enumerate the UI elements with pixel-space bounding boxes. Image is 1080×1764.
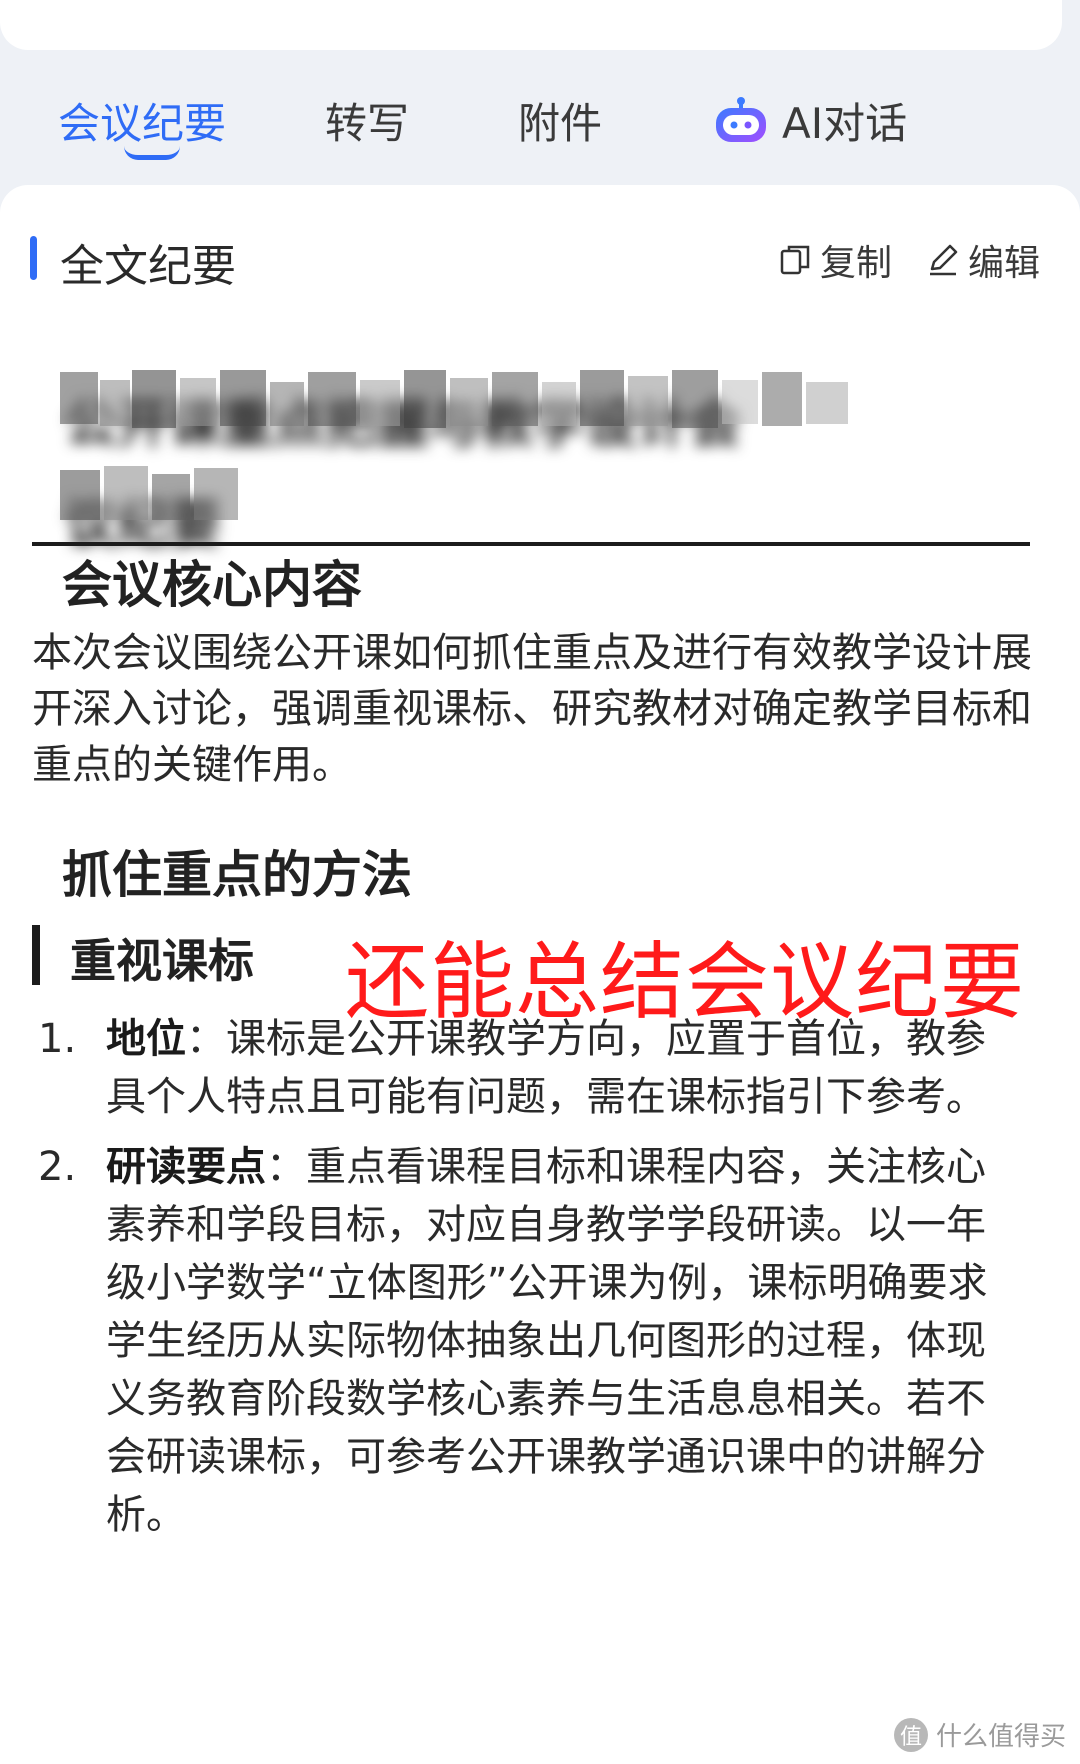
watermark-text: 什么值得买 <box>935 1722 1066 1752</box>
tab-transcript[interactable]: 转写 <box>325 90 409 151</box>
document-title-line-1: 公开课重点把握与教学设计会 <box>65 395 742 455</box>
list-term: 地位 <box>106 1016 186 1062</box>
active-tab-indicator <box>124 146 180 160</box>
list-item: 2. 研读要点：重点看课程目标和课程内容，关注核心素养和学段目标，对应自身教学学… <box>38 1138 1008 1544</box>
tab-label: 转写 <box>325 99 410 148</box>
list-text: ：重点看课程目标和课程内容，关注核心素养和学段目标，对应自身教学学段研读。以一年… <box>106 1144 988 1538</box>
section-header: 全文纪要 复制 编辑 <box>30 230 1040 292</box>
watermark-badge: 值 <box>893 1717 928 1752</box>
section-title: 全文纪要 <box>60 241 236 292</box>
edit-label: 编辑 <box>967 243 1040 284</box>
subsection-bar <box>32 925 40 985</box>
edit-icon <box>929 244 958 276</box>
annotation-overlay-text: 还能总结会议纪要 <box>345 933 1026 1031</box>
heading-core-content: 会议核心内容 <box>62 556 362 614</box>
copy-button[interactable]: 复制 <box>778 234 892 286</box>
tab-label: 附件 <box>518 99 603 148</box>
tab-bar: 会议纪要 转写 附件 AI对话 <box>0 70 1080 180</box>
copy-icon <box>780 245 810 275</box>
section-actions: 复制 编辑 <box>778 234 1040 286</box>
tab-label: 会议纪要 <box>58 99 227 148</box>
copy-label: 复制 <box>819 243 892 284</box>
list-term: 研读要点 <box>106 1144 266 1190</box>
top-card <box>0 0 1062 50</box>
subsection-title: 重视课标 <box>70 934 254 988</box>
list-number: 2. <box>38 1144 77 1190</box>
section-accent-bar <box>30 236 37 280</box>
tab-label: AI对话 <box>782 99 908 148</box>
core-paragraph: 本次会议围绕公开课如何抓住重点及进行有效教学设计展开深入讨论，强调重视课标、研究… <box>32 630 1032 788</box>
list-number: 1. <box>38 1016 77 1062</box>
key-points-list: 1. 地位：课标是公开课教学方向，应置于首位，教参具个人特点且可能有问题，需在课… <box>38 1010 1008 1556</box>
tab-meeting-minutes[interactable]: 会议纪要 <box>58 90 226 151</box>
heading-method: 抓住重点的方法 <box>62 846 412 904</box>
edit-button[interactable]: 编辑 <box>926 234 1040 286</box>
tab-attachments[interactable]: 附件 <box>518 90 602 151</box>
watermark: 值 什么值得买 <box>893 1716 1066 1753</box>
tab-ai-chat[interactable]: AI对话 <box>712 90 907 151</box>
robot-icon <box>716 96 766 142</box>
